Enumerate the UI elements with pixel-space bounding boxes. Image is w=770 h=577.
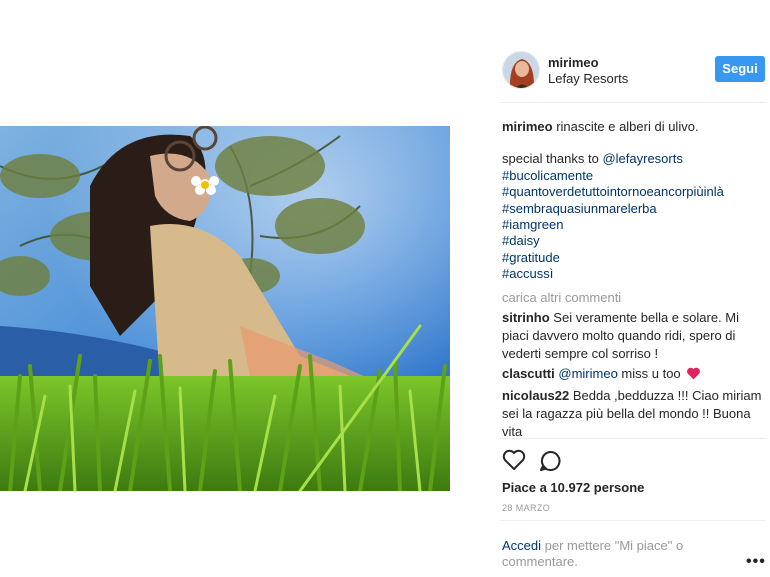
hashtag[interactable]: #quantoverdetuttointornoeancorpiùinlà — [502, 184, 764, 200]
avatar[interactable] — [502, 51, 540, 89]
post-photo[interactable] — [0, 126, 450, 491]
hashtag[interactable]: #bucolicamente — [502, 168, 764, 184]
login-prompt: Accedi per mettere "Mi piace" o commenta… — [500, 520, 766, 577]
comment-item: clascutti @mirimeo miss u too — [502, 365, 764, 385]
comment-item: sitrinho Sei veramente bella e solare. M… — [502, 309, 764, 363]
login-link[interactable]: Accedi — [502, 538, 541, 553]
follow-button[interactable]: Segui — [715, 56, 765, 82]
hashtag[interactable]: #gratitude — [502, 250, 764, 266]
post-header: mirimeo Lefay Resorts Segui — [500, 47, 766, 103]
speech-bubble-icon[interactable] — [538, 449, 562, 476]
comment-username[interactable]: nicolaus22 — [502, 388, 569, 403]
hashtag[interactable]: #daisy — [502, 233, 764, 249]
likes-count[interactable]: Piace a 10.972 persone — [502, 480, 644, 495]
caption-username[interactable]: mirimeo — [502, 119, 553, 134]
hashtag[interactable]: #sembraquasiunmarelerba — [502, 201, 764, 217]
hashtag[interactable]: #accussì — [502, 266, 764, 282]
more-options-icon[interactable]: ••• — [746, 553, 766, 571]
post-sidebar: mirimeo Lefay Resorts Segui mirimeo rina… — [500, 0, 770, 577]
load-more-comments[interactable]: carica altri commenti — [502, 290, 621, 305]
comment-item: nicolaus22 Bedda ,bedduzza !!! Ciao miri… — [502, 387, 764, 441]
red-heart-emoji-icon — [686, 367, 701, 385]
post-username[interactable]: mirimeo — [548, 55, 599, 70]
comment-username[interactable]: sitrinho — [502, 310, 550, 325]
comment-text: miss u too — [621, 366, 681, 381]
thanks-mention[interactable]: @lefayresorts — [602, 151, 682, 166]
comment-mention[interactable]: @mirimeo — [558, 366, 617, 381]
post-location[interactable]: Lefay Resorts — [548, 71, 628, 86]
comment-username[interactable]: clascutti — [502, 366, 555, 381]
post-caption: mirimeo rinascite e alberi di ulivo. spe… — [502, 119, 764, 283]
login-text: Accedi per mettere "Mi piace" o commenta… — [502, 538, 702, 570]
caption-text: rinascite e alberi di ulivo. — [556, 119, 699, 134]
thanks-text: special thanks to — [502, 151, 599, 167]
hashtag[interactable]: #iamgreen — [502, 217, 764, 233]
heart-outline-icon[interactable] — [502, 449, 526, 474]
post-date[interactable]: 28 MARZO — [502, 503, 550, 513]
post-actions — [500, 438, 766, 478]
